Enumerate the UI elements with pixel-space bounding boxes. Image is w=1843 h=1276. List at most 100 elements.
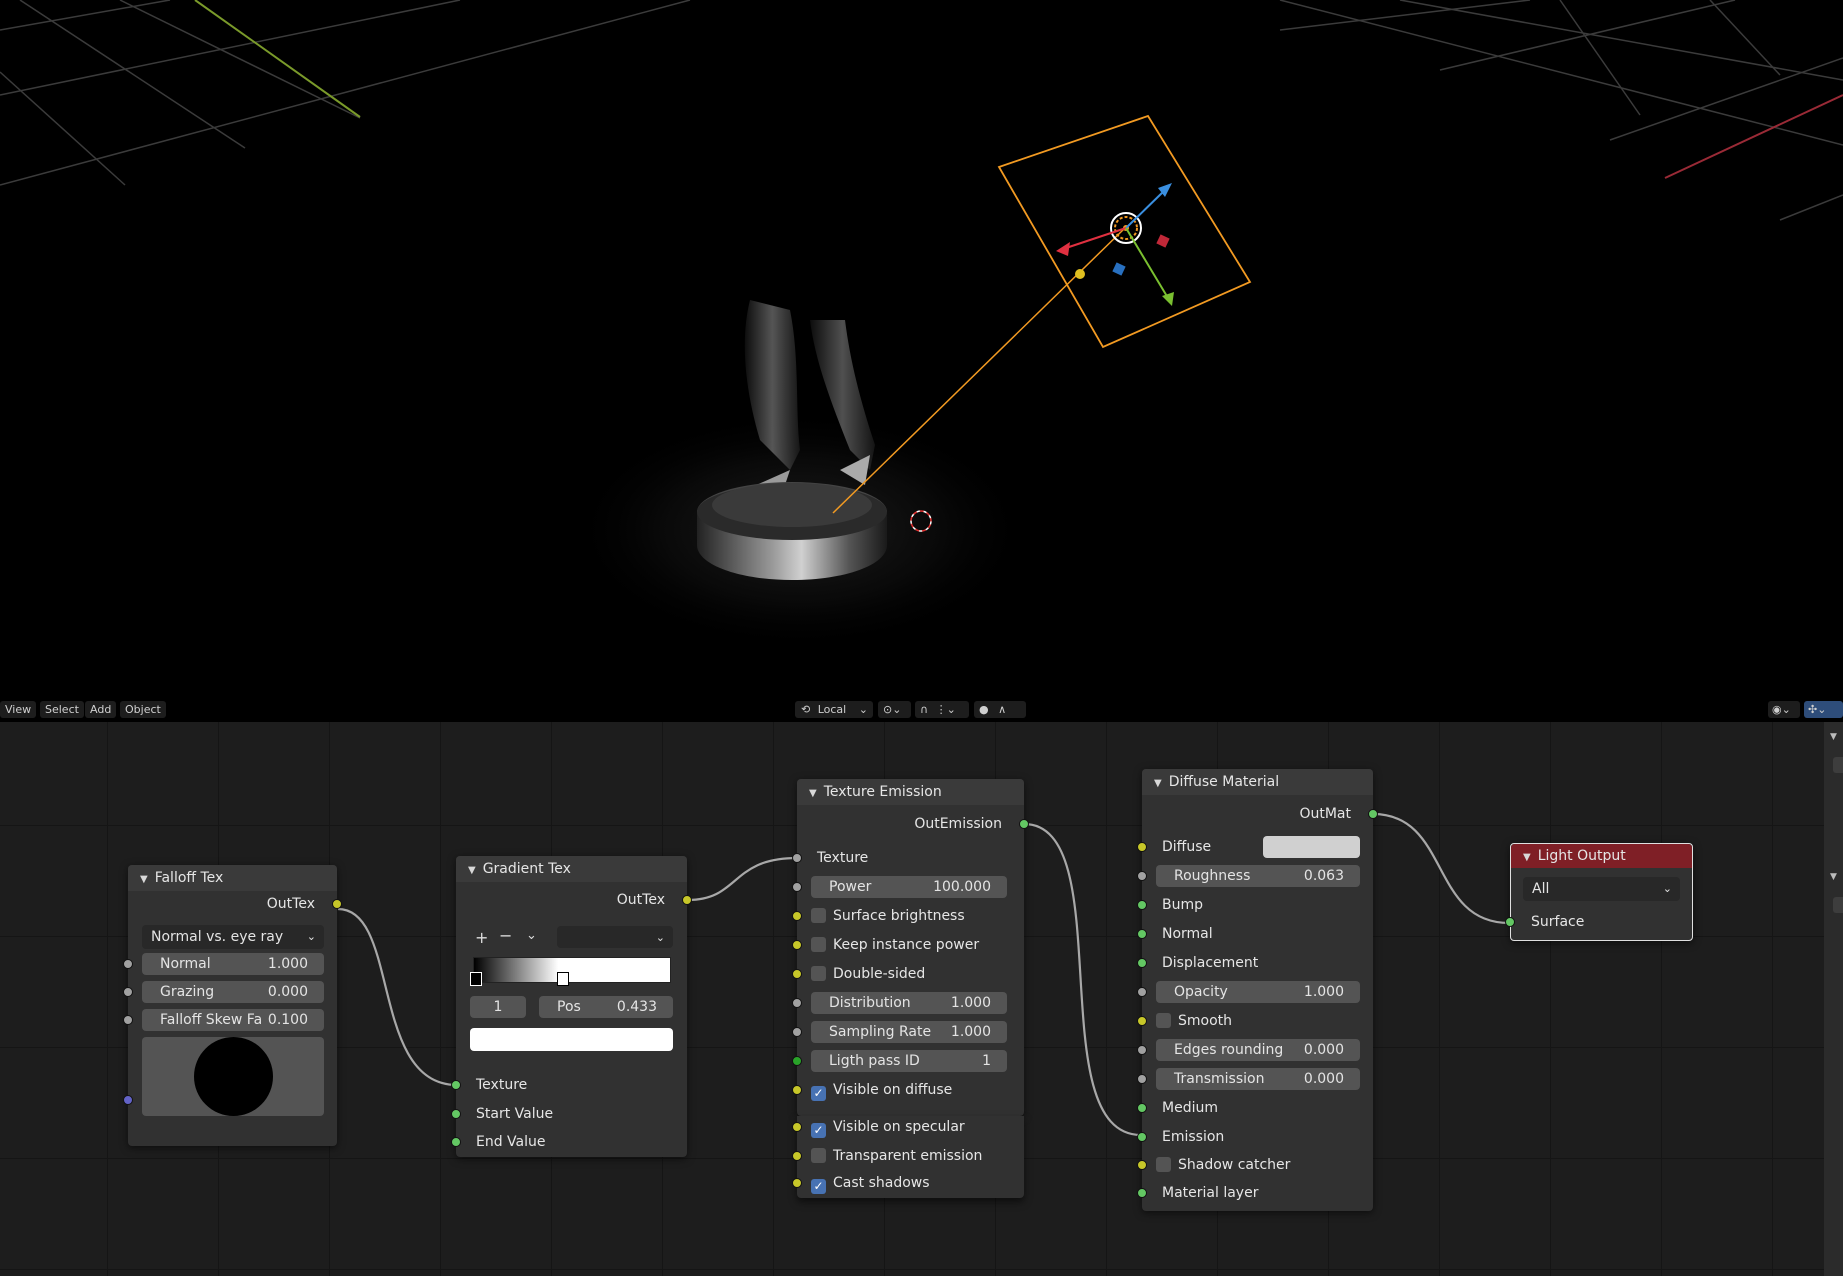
diffuse-color-swatch[interactable]: [1263, 836, 1360, 858]
node-header[interactable]: ▼ Diffuse Material: [1142, 769, 1373, 795]
checkbox-checked[interactable]: ✓: [811, 1123, 826, 1138]
node-title: Diffuse Material: [1168, 774, 1280, 790]
grazing-field[interactable]: Grazing 0.000: [142, 981, 324, 1003]
checkbox[interactable]: [811, 1148, 826, 1163]
checkbox-label: Smooth: [1178, 1013, 1233, 1029]
add-menu[interactable]: Add: [85, 701, 117, 718]
stop-color-swatch[interactable]: [470, 1028, 673, 1051]
checkbox[interactable]: [1156, 1157, 1171, 1172]
color-mode-dropdown[interactable]: ⌄: [557, 926, 673, 948]
collapse-triangle-icon[interactable]: ▼: [468, 865, 476, 876]
node-header[interactable]: ▼ Falloff Tex: [128, 865, 337, 891]
checkbox-checked[interactable]: ✓: [811, 1179, 826, 1194]
input-socket[interactable]: [1137, 1074, 1147, 1084]
node-header[interactable]: ▼ Texture Emission: [797, 779, 1024, 805]
select-menu[interactable]: Select: [40, 701, 84, 718]
falloff-tex-node[interactable]: ▼ Falloff Tex OutTex Normal vs. eye ray ⌄ …: [123, 865, 342, 1146]
3d-viewport[interactable]: View Select Add Object ⟲ Local ⌄ ⊙⌄ ∩ ⋮⌄…: [0, 0, 1843, 722]
diffuse-material-node[interactable]: ▼ Diffuse Material OutMat Diffuse Roughne…: [1137, 769, 1378, 1211]
light-pass-id-field[interactable]: Ligth pass ID 1: [811, 1050, 1007, 1072]
keep-instance-power-checkbox[interactable]: Keep instance power: [797, 934, 1024, 956]
surface-brightness-checkbox[interactable]: Surface brightness: [797, 905, 1024, 927]
input-socket[interactable]: [123, 987, 133, 997]
output-socket[interactable]: [1019, 819, 1029, 829]
pivot-point-dropdown[interactable]: ⊙⌄: [878, 701, 911, 718]
transform-orientation-dropdown[interactable]: ⟲ Local ⌄: [795, 701, 873, 718]
falloff-mode-dropdown[interactable]: Normal vs. eye ray ⌄: [142, 925, 324, 949]
output-socket[interactable]: [682, 895, 692, 905]
chevron-down-icon: ⌄: [655, 931, 665, 944]
roughness-field[interactable]: Roughness 0.063: [1156, 865, 1360, 887]
input-socket[interactable]: [123, 1015, 133, 1025]
field-value: 0.100: [267, 1012, 308, 1028]
field-value: 1.000: [1303, 984, 1344, 1000]
checkbox-checked[interactable]: ✓: [811, 1086, 826, 1101]
input-socket[interactable]: [123, 1095, 133, 1105]
visible-on-diffuse-checkbox[interactable]: ✓ Visible on diffuse: [797, 1079, 1024, 1101]
chevron-down-icon[interactable]: ⌄: [526, 928, 537, 943]
falloff-skew-field[interactable]: Falloff Skew Fa 0.100: [142, 1009, 324, 1031]
chevron-down-icon: ⌄: [892, 703, 902, 716]
power-field[interactable]: Power 100.000: [811, 876, 1007, 898]
input-socket[interactable]: [1137, 1045, 1147, 1055]
pos-field[interactable]: Pos 0.433: [539, 996, 673, 1018]
stop-index-field[interactable]: 1: [470, 996, 526, 1018]
sampling-rate-field[interactable]: Sampling Rate 1.000: [811, 1021, 1007, 1043]
input-socket[interactable]: [123, 959, 133, 969]
collapse-triangle-icon[interactable]: ▼: [809, 788, 817, 799]
view-menu[interactable]: View: [0, 701, 37, 718]
visible-on-specular-checkbox[interactable]: ✓ Visible on specular: [797, 1116, 1024, 1138]
distribution-field[interactable]: Distribution 1.000: [811, 992, 1007, 1014]
ramp-stop-black[interactable]: [470, 972, 482, 986]
transmission-field[interactable]: Transmission 0.000: [1156, 1068, 1360, 1090]
output-socket[interactable]: [332, 899, 342, 909]
input-socket[interactable]: [792, 1027, 802, 1037]
field-value: 0.433: [616, 999, 657, 1015]
light-output-node[interactable]: ▼ Light Output All ⌄ Surface: [1505, 843, 1693, 941]
panel-collapse-icon[interactable]: ▼: [1830, 872, 1837, 882]
panel-collapse-icon[interactable]: ▼: [1830, 732, 1837, 742]
output-target-dropdown[interactable]: All ⌄: [1523, 877, 1680, 901]
proportional-editing-toggle[interactable]: ● ∧: [974, 701, 1026, 718]
smooth-checkbox[interactable]: Smooth: [1142, 1010, 1373, 1032]
output-label: OutEmission: [914, 816, 1002, 832]
shadow-catcher-checkbox[interactable]: Shadow catcher: [1142, 1154, 1373, 1176]
input-socket[interactable]: [1137, 871, 1147, 881]
edges-rounding-field[interactable]: Edges rounding 0.000: [1156, 1039, 1360, 1061]
node-header[interactable]: ▼ Light Output: [1511, 844, 1692, 868]
snapping-toggle[interactable]: ∩ ⋮⌄: [915, 701, 969, 718]
panel-field-stub[interactable]: [1833, 897, 1843, 913]
collapse-triangle-icon[interactable]: ▼: [140, 874, 148, 885]
input-socket[interactable]: [792, 1056, 802, 1066]
field-label: Roughness: [1174, 868, 1251, 884]
node-editor[interactable]: ▼ Falloff Tex OutTex Normal vs. eye ray ⌄ …: [0, 722, 1843, 1276]
sidebar-panel-edge[interactable]: ▼ ▼: [1824, 722, 1843, 1276]
transparent-emission-checkbox[interactable]: Transparent emission: [797, 1145, 1024, 1167]
object-menu[interactable]: Object: [120, 701, 166, 718]
gradient-tex-node[interactable]: ▼ Gradient Tex OutTex + − ⌄ ⌄ 1 Pos 0.433 …: [451, 856, 692, 1157]
checkbox-label: Cast shadows: [833, 1175, 930, 1191]
collapse-triangle-icon[interactable]: ▼: [1154, 778, 1162, 789]
checkbox[interactable]: [811, 966, 826, 981]
visibility-dropdown[interactable]: ◉⌄: [1768, 701, 1800, 718]
output-socket[interactable]: [1368, 809, 1378, 819]
double-sided-checkbox[interactable]: Double-sided: [797, 963, 1024, 985]
remove-stop-button[interactable]: −: [499, 926, 512, 945]
checkbox[interactable]: [811, 937, 826, 952]
checkbox[interactable]: [811, 908, 826, 923]
checkbox[interactable]: [1156, 1013, 1171, 1028]
node-header[interactable]: ▼ Gradient Tex: [456, 856, 687, 882]
add-stop-button[interactable]: +: [475, 928, 488, 947]
collapse-triangle-icon[interactable]: ▼: [1523, 852, 1531, 863]
opacity-field[interactable]: Opacity 1.000: [1156, 981, 1360, 1003]
gizmo-toggle[interactable]: ✣⌄: [1804, 701, 1843, 718]
ramp-stop-white[interactable]: [557, 972, 569, 986]
input-socket[interactable]: [792, 998, 802, 1008]
input-socket[interactable]: [1137, 987, 1147, 997]
input-socket[interactable]: [792, 882, 802, 892]
color-ramp[interactable]: [473, 957, 671, 983]
normal-field[interactable]: Normal 1.000: [142, 953, 324, 975]
texture-emission-node[interactable]: ▼ Texture Emission OutEmission Texture Po…: [792, 779, 1029, 1116]
panel-tool-icon[interactable]: [1833, 757, 1843, 773]
cast-shadows-checkbox[interactable]: ✓ Cast shadows: [797, 1172, 1024, 1194]
